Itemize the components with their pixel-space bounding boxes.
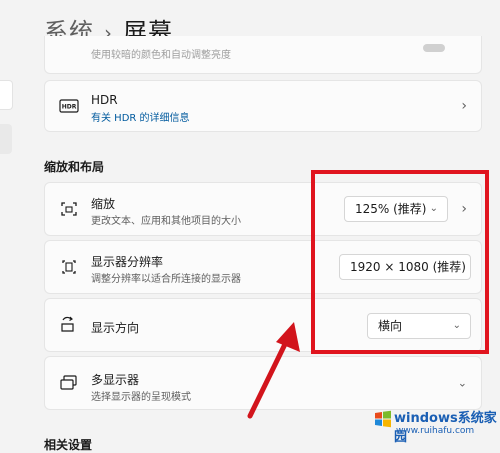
resolution-icon [62, 260, 76, 274]
watermark: windows系统家园 www.ruihafu.com [370, 404, 500, 445]
scale-icon [61, 202, 77, 216]
orientation-icon [61, 316, 74, 332]
multi-display-title: 多显示器 [91, 373, 140, 387]
multi-display-icon [60, 375, 77, 390]
hdr-title: HDR [91, 93, 118, 107]
hdr-icon: HDR [59, 99, 79, 113]
chevron-down-icon: ⌄ [452, 320, 461, 331]
scale-row[interactable]: 缩放 更改文本、应用和其他项目的大小 125% (推荐) ⌄ › [44, 182, 482, 236]
resolution-dropdown[interactable]: 1920 × 1080 (推荐) ⌄ [339, 254, 471, 280]
scale-title: 缩放 [91, 197, 116, 211]
windows-logo-icon [375, 410, 391, 428]
scale-value: 125% (推荐) [355, 202, 427, 216]
brightness-card-partial[interactable]: 使用较暗的颜色和自动调整亮度 [44, 36, 482, 74]
resolution-title: 显示器分辨率 [91, 255, 164, 269]
hdr-badge: HDR [62, 104, 77, 111]
chevron-down-icon[interactable]: ⌄ [458, 377, 467, 390]
resolution-value: 1920 × 1080 (推荐) [350, 260, 466, 274]
annotation-arrow [247, 322, 300, 419]
related-settings-heading: 相关设置 [44, 438, 93, 452]
section-heading: 缩放和布局 [44, 160, 105, 174]
left-nav-rail [0, 0, 16, 442]
orientation-value: 横向 [378, 319, 403, 333]
multi-display-subtitle: 选择显示器的呈现模式 [91, 392, 191, 403]
toggle-fragment[interactable] [423, 44, 445, 52]
nav-search-fragment[interactable] [0, 80, 13, 110]
hdr-link[interactable]: 有关 HDR 的详细信息 [91, 109, 190, 124]
orientation-title: 显示方向 [91, 321, 140, 335]
resolution-row[interactable]: 显示器分辨率 调整分辨率以适合所连接的显示器 1920 × 1080 (推荐) … [44, 240, 482, 294]
chevron-down-icon: ⌄ [429, 203, 438, 214]
resolution-subtitle: 调整分辨率以适合所连接的显示器 [91, 274, 241, 285]
nav-selected-fragment[interactable] [0, 124, 12, 154]
scale-dropdown[interactable]: 125% (推荐) ⌄ [344, 196, 448, 222]
chevron-right-icon[interactable]: › [461, 201, 467, 217]
chevron-right-icon: › [461, 98, 467, 114]
orientation-dropdown[interactable]: 横向 ⌄ [367, 313, 471, 339]
brightness-subtitle: 使用较暗的颜色和自动调整亮度 [91, 50, 231, 61]
chevron-down-icon: ⌄ [452, 261, 461, 272]
watermark-url: www.ruihafu.com [396, 426, 475, 436]
hdr-card[interactable]: HDR HDR 有关 HDR 的详细信息 › [44, 80, 482, 132]
scale-subtitle: 更改文本、应用和其他项目的大小 [91, 216, 241, 227]
